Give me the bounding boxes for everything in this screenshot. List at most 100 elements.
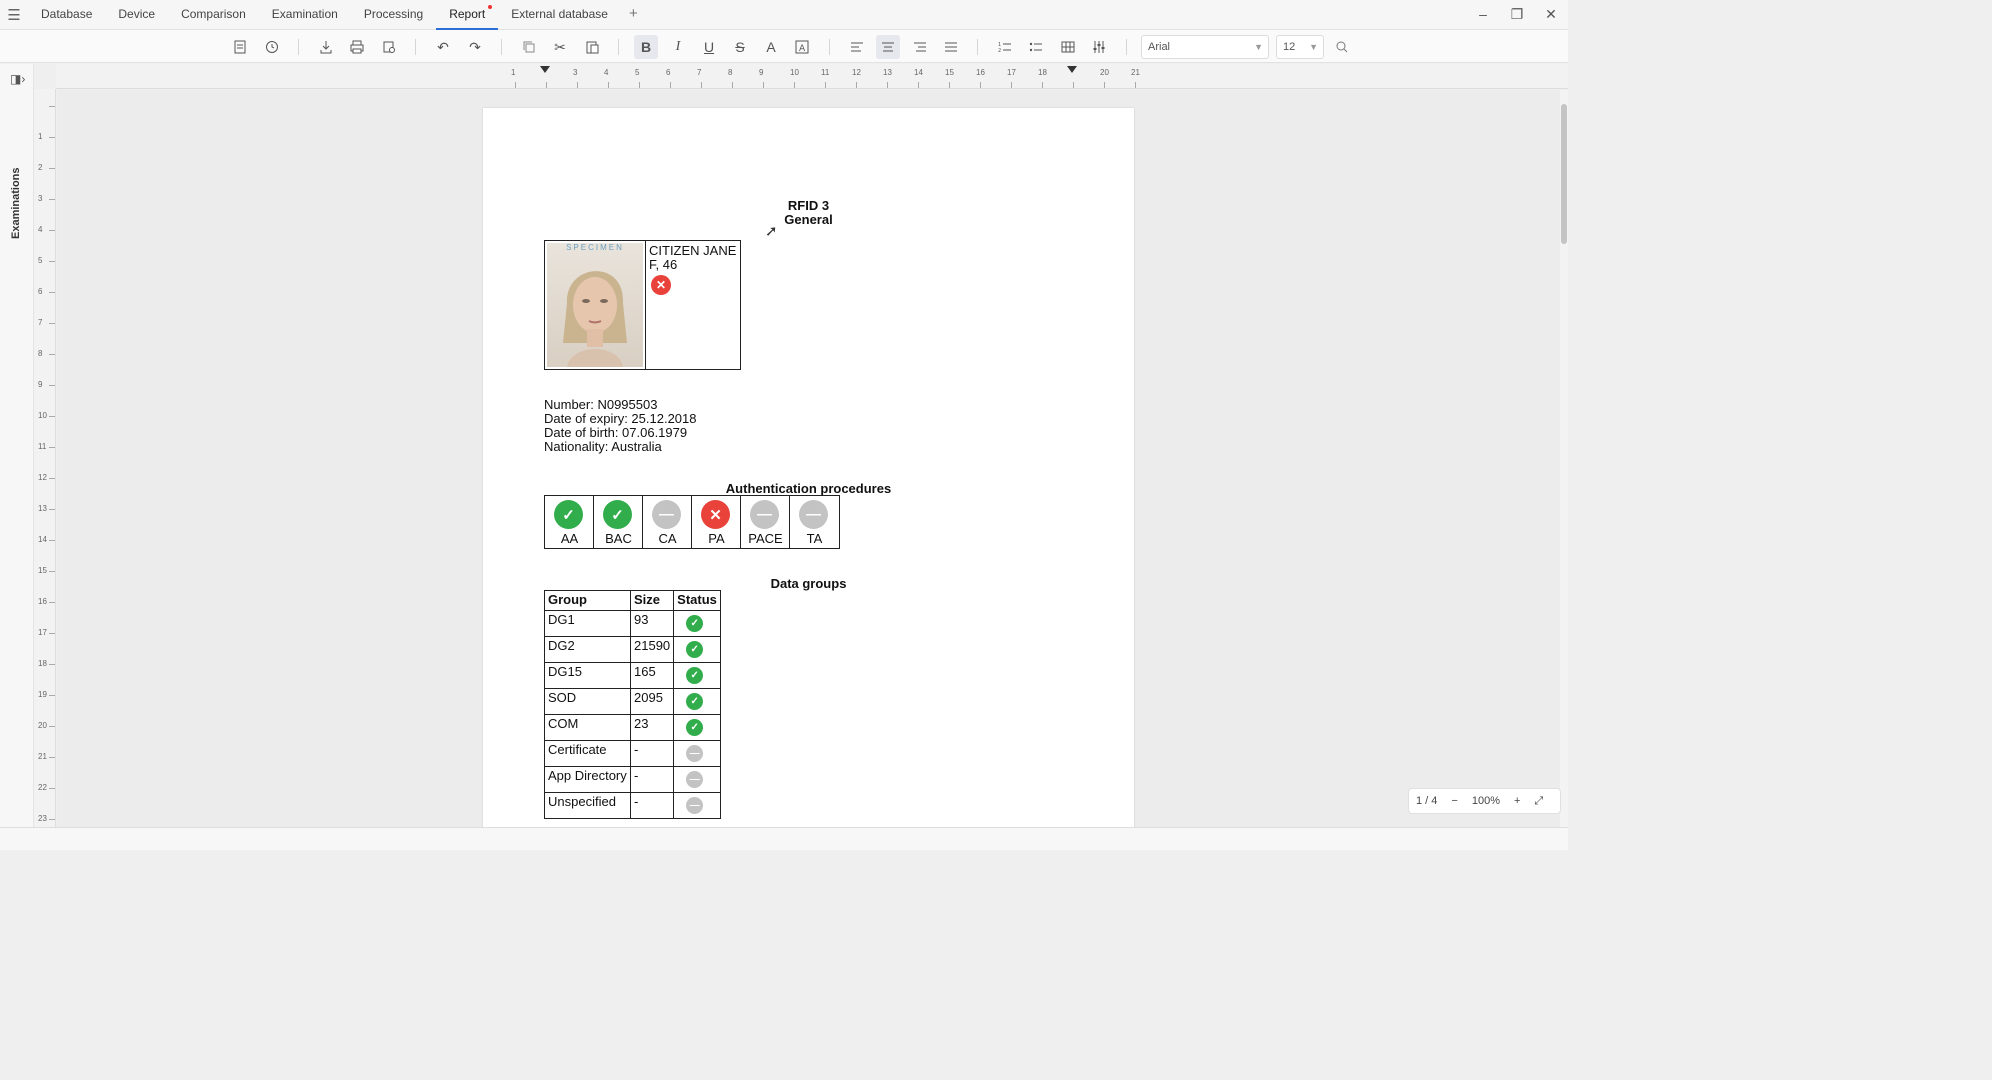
table-row: Unspecified - — xyxy=(544,792,722,819)
history-icon[interactable] xyxy=(260,35,284,59)
settings-sliders-icon[interactable] xyxy=(1087,35,1111,59)
tab-comparison[interactable]: Comparison xyxy=(168,0,259,30)
hamburger-menu-icon[interactable]: ☰ xyxy=(0,6,28,24)
auth-label: PA xyxy=(708,531,725,546)
font-color-icon[interactable]: A xyxy=(759,35,783,59)
cut-icon[interactable]: ✂ xyxy=(548,35,572,59)
restore-icon[interactable]: ❐ xyxy=(1500,0,1534,30)
tab-processing[interactable]: Processing xyxy=(351,0,436,30)
indent-marker[interactable] xyxy=(540,66,550,73)
bold-icon[interactable]: B xyxy=(634,35,658,59)
cell-size: - xyxy=(629,792,675,819)
numbered-list-icon[interactable]: 12 xyxy=(993,35,1017,59)
document-icon[interactable] xyxy=(228,35,252,59)
holder-box-divider xyxy=(645,241,646,369)
zoom-out-button[interactable]: − xyxy=(1444,795,1464,807)
ruler-tick xyxy=(701,82,702,88)
ruler-tick xyxy=(980,82,981,88)
paste-icon[interactable] xyxy=(580,35,604,59)
scrollbar-thumb[interactable] xyxy=(1561,104,1567,244)
ruler-tick xyxy=(856,82,857,88)
ruler-number: 5 xyxy=(38,256,43,265)
ruler-tick xyxy=(887,82,888,88)
table-icon[interactable] xyxy=(1056,35,1080,59)
tab-database[interactable]: Database xyxy=(28,0,105,30)
ruler-number: 18 xyxy=(1038,68,1047,77)
cell-group: DG2 xyxy=(544,636,631,663)
not-performed-icon: — xyxy=(652,500,681,529)
auth-cell-pa: ✕ PA xyxy=(692,496,741,548)
holder-box: SPECIMEN CITIZEN JANE F, 46 ✕ xyxy=(544,240,741,370)
check-icon: ✓ xyxy=(686,719,704,736)
download-icon[interactable] xyxy=(314,35,338,59)
print-icon[interactable] xyxy=(345,35,369,59)
col-group-header: Group xyxy=(544,590,631,611)
ruler-number: 8 xyxy=(728,68,733,77)
font-size-select[interactable]: 12 ▼ xyxy=(1276,35,1324,59)
doc-expiry: Date of expiry: 25.12.2018 xyxy=(544,411,697,426)
copy-icon[interactable] xyxy=(517,35,541,59)
toolbar-separator xyxy=(415,39,416,55)
report-page[interactable]: RFID 3 General SPECIMEN CITIZEN JANE F, … xyxy=(483,108,1134,827)
auth-title: Authentication procedures xyxy=(725,481,892,496)
holder-fail-icon: ✕ xyxy=(651,275,671,295)
align-right-icon[interactable] xyxy=(908,35,932,59)
add-tab-button[interactable]: + xyxy=(621,0,646,30)
cell-group: Certificate xyxy=(544,740,631,767)
close-icon[interactable]: ✕ xyxy=(1534,0,1568,30)
ruler-number: 3 xyxy=(573,68,578,77)
redo-icon[interactable]: ↷ xyxy=(463,35,487,59)
document-canvas[interactable]: RFID 3 General SPECIMEN CITIZEN JANE F, … xyxy=(57,90,1560,827)
tab-examination[interactable]: Examination xyxy=(259,0,351,30)
tab-device[interactable]: Device xyxy=(105,0,168,30)
align-center-icon[interactable] xyxy=(876,35,900,59)
auth-cell-bac: ✓ BAC xyxy=(594,496,643,548)
tab-report[interactable]: Report xyxy=(436,0,499,30)
ruler-tick xyxy=(49,354,55,355)
ruler-tick xyxy=(49,788,55,789)
cell-size: 2095 xyxy=(629,688,675,715)
ruler-tick xyxy=(546,82,547,88)
zoom-in-button[interactable]: + xyxy=(1507,795,1527,807)
vertical-scrollbar[interactable] xyxy=(1560,90,1568,827)
search-icon[interactable] xyxy=(1330,35,1354,59)
tab-label: Database xyxy=(41,6,93,21)
toolbar-separator xyxy=(298,39,299,55)
undo-icon[interactable]: ↶ xyxy=(431,35,455,59)
bullet-list-icon[interactable] xyxy=(1024,35,1048,59)
ruler-tick xyxy=(49,726,55,727)
ruler-number: 2 xyxy=(38,163,43,172)
ruler-tick xyxy=(1073,82,1074,88)
table-header-row: Group Size Status xyxy=(544,590,722,611)
indent-marker[interactable] xyxy=(1067,66,1077,73)
font-family-select[interactable]: Arial ▼ xyxy=(1141,35,1269,59)
auth-cell-aa: ✓ AA xyxy=(545,496,594,548)
cell-size: 23 xyxy=(629,714,675,741)
table-row: Certificate - — xyxy=(544,740,722,767)
tab-external-database[interactable]: External database xyxy=(498,0,621,30)
ruler-number: 12 xyxy=(852,68,861,77)
examinations-sidebar: ◨› Examinations xyxy=(0,64,34,827)
minimize-icon[interactable]: – xyxy=(1466,0,1500,30)
horizontal-ruler: 1 3 4 5 6 7 8 9 10 11 12 13 14 15 16 17 18 20 21 xyxy=(56,64,1568,89)
sidebar-label[interactable]: Examinations xyxy=(10,167,22,239)
align-left-icon[interactable] xyxy=(845,35,869,59)
cell-size: - xyxy=(629,740,675,767)
italic-icon[interactable]: I xyxy=(666,35,690,59)
justify-icon[interactable] xyxy=(939,35,963,59)
report-title: RFID 3 xyxy=(787,198,830,213)
ruler-tick xyxy=(1135,82,1136,88)
text-frame-icon[interactable]: A xyxy=(790,35,814,59)
ruler-number: 9 xyxy=(759,68,764,77)
fullscreen-icon[interactable]: ⤢ xyxy=(1527,795,1550,808)
sidebar-toggle-icon[interactable]: ◨› xyxy=(10,72,25,86)
strikethrough-icon[interactable]: S xyxy=(728,35,752,59)
doc-number: Number: N0995503 xyxy=(544,397,658,412)
print-preview-icon[interactable] xyxy=(377,35,401,59)
underline-icon[interactable]: U xyxy=(697,35,721,59)
ruler-tick xyxy=(608,82,609,88)
ruler-tick xyxy=(49,509,55,510)
not-performed-icon: — xyxy=(799,500,828,529)
cell-size: 93 xyxy=(629,610,675,637)
cell-status: — xyxy=(673,792,722,819)
